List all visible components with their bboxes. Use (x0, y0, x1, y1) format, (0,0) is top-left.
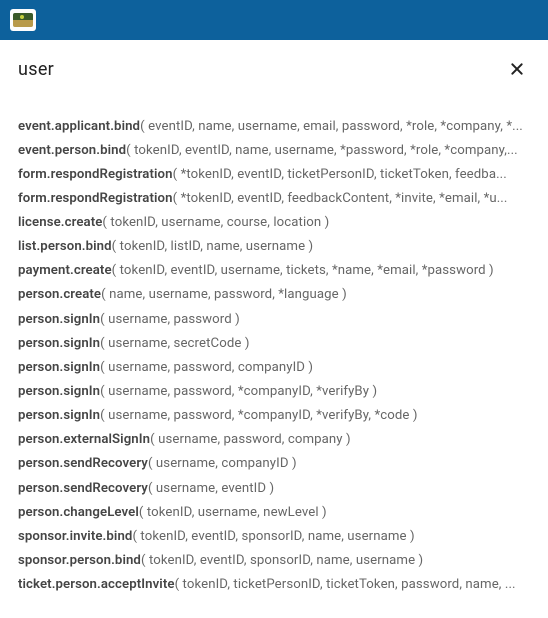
result-params: ( *tokenID, eventID, feedbackContent, *i… (173, 191, 508, 206)
result-params: ( tokenID, username, course, location ) (102, 215, 329, 230)
result-method: sponsor.invite.bind (18, 529, 132, 544)
search-row (0, 40, 548, 98)
result-item[interactable]: form.respondRegistration( *tokenID, even… (0, 186, 548, 210)
result-method: event.person.bind (18, 143, 126, 158)
result-item[interactable]: event.applicant.bind( eventID, name, use… (0, 114, 548, 138)
result-item[interactable]: person.sendRecovery( username, eventID ) (0, 476, 548, 500)
result-item[interactable]: sponsor.invite.bind( tokenID, eventID, s… (0, 524, 548, 548)
result-item[interactable]: event.person.bind( tokenID, eventID, nam… (0, 138, 548, 162)
close-icon (509, 61, 525, 77)
result-params: ( tokenID, eventID, sponsorID, name, use… (132, 529, 414, 544)
result-item[interactable]: person.signIn( username, password, *comp… (0, 380, 548, 404)
result-item[interactable]: person.signIn( username, secretCode ) (0, 331, 548, 355)
result-method: person.signIn (18, 408, 100, 423)
result-params: ( username, secretCode ) (100, 336, 249, 351)
result-method: person.signIn (18, 384, 100, 399)
result-params: ( tokenID, username, newLevel ) (139, 505, 327, 520)
result-method: person.signIn (18, 360, 100, 375)
result-method: person.changeLevel (18, 505, 139, 520)
result-method: form.respondRegistration (18, 167, 173, 182)
result-params: ( username, eventID ) (148, 481, 274, 496)
result-item[interactable]: person.externalSignIn( username, passwor… (0, 428, 548, 452)
result-method: person.signIn (18, 336, 100, 351)
result-params: ( tokenID, eventID, name, username, *pas… (126, 143, 518, 158)
result-params: ( username, companyID ) (148, 456, 297, 471)
result-params: ( tokenID, eventID, username, tickets, *… (112, 263, 494, 278)
result-item[interactable]: person.signIn( username, password, compa… (0, 355, 548, 379)
result-item[interactable]: list.person.bind( tokenID, listID, name,… (0, 235, 548, 259)
result-method: person.sendRecovery (18, 456, 148, 471)
result-item[interactable]: person.changeLevel( tokenID, username, n… (0, 500, 548, 524)
result-item[interactable]: person.signIn( username, password, *comp… (0, 404, 548, 428)
result-params: ( tokenID, eventID, sponsorID, name, use… (141, 553, 423, 568)
result-method: person.signIn (18, 312, 100, 327)
result-params: ( username, password ) (100, 312, 240, 327)
result-item[interactable]: person.signIn( username, password ) (0, 307, 548, 331)
result-method: ticket.person.acceptInvite (18, 577, 175, 592)
close-button[interactable] (504, 56, 530, 82)
result-params: ( username, password, *companyID, *verif… (100, 384, 377, 399)
result-params: ( username, password, companyID ) (100, 360, 313, 375)
result-item[interactable]: sponsor.person.bind( tokenID, eventID, s… (0, 549, 548, 573)
result-item[interactable]: ticket.person.acceptInvite( tokenID, tic… (0, 573, 548, 597)
result-params: ( username, password, company ) (150, 432, 351, 447)
result-item[interactable]: form.respondRegistration( *tokenID, even… (0, 162, 548, 186)
result-method: list.person.bind (18, 239, 112, 254)
result-method: person.sendRecovery (18, 481, 148, 496)
result-params: ( eventID, name, username, email, passwo… (140, 119, 523, 134)
results-list: event.applicant.bind( eventID, name, use… (0, 98, 548, 597)
app-header (0, 0, 548, 40)
result-method: event.applicant.bind (18, 119, 140, 134)
result-params: ( name, username, password, *language ) (101, 287, 347, 302)
result-item[interactable]: payment.create( tokenID, eventID, userna… (0, 259, 548, 283)
app-logo-icon (10, 9, 36, 31)
result-params: ( tokenID, ticketPersonID, ticketToken, … (175, 577, 516, 592)
result-method: payment.create (18, 263, 112, 278)
result-params: ( tokenID, listID, name, username ) (112, 239, 314, 254)
result-method: person.externalSignIn (18, 432, 150, 447)
result-params: ( username, password, *companyID, *verif… (100, 408, 417, 423)
result-method: person.create (18, 287, 101, 302)
result-item[interactable]: person.create( name, username, password,… (0, 283, 548, 307)
result-item[interactable]: person.sendRecovery( username, companyID… (0, 452, 548, 476)
result-params: ( *tokenID, eventID, ticketPersonID, tic… (173, 167, 507, 182)
result-method: license.create (18, 215, 102, 230)
search-input[interactable] (18, 59, 504, 80)
result-method: form.respondRegistration (18, 191, 173, 206)
result-item[interactable]: license.create( tokenID, username, cours… (0, 211, 548, 235)
result-method: sponsor.person.bind (18, 553, 141, 568)
